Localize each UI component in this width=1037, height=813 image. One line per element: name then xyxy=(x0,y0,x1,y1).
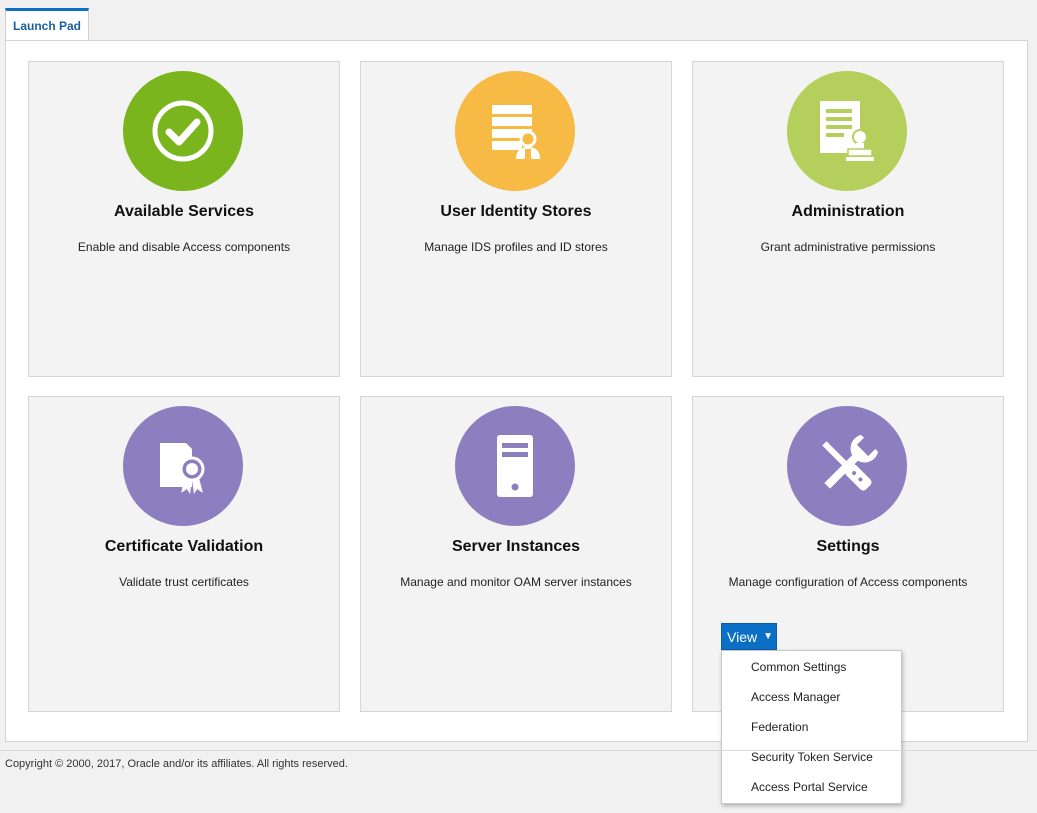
menu-item-common-settings[interactable]: Common Settings xyxy=(722,655,901,685)
caret-down-icon: ▼ xyxy=(763,631,773,642)
card-certificate-validation[interactable]: Certificate Validation Validate trust ce… xyxy=(28,396,340,712)
card-description: Enable and disable Access components xyxy=(77,240,291,254)
check-circle-icon xyxy=(123,71,243,191)
card-title[interactable]: Certificate Validation xyxy=(29,538,339,556)
tab-bar: Launch Pad xyxy=(0,0,1037,42)
card-description: Manage and monitor OAM server instances xyxy=(400,575,632,589)
view-button-label: View xyxy=(727,628,758,645)
card-available-services[interactable]: Available Services Enable and disable Ac… xyxy=(28,61,340,377)
card-user-identity-stores[interactable]: User Identity Stores Manage IDS profiles… xyxy=(360,61,672,377)
menu-item-federation[interactable]: Federation xyxy=(722,715,901,745)
card-title[interactable]: Settings xyxy=(693,538,1003,556)
card-description: Validate trust certificates xyxy=(119,575,249,589)
tab-launch-pad[interactable]: Launch Pad xyxy=(5,8,89,42)
server-icon xyxy=(455,406,575,526)
user-directory-icon xyxy=(455,71,575,191)
card-title[interactable]: Administration xyxy=(693,203,1003,221)
card-title[interactable]: Available Services xyxy=(29,203,339,221)
card-description: Grant administrative permissions xyxy=(760,240,936,254)
footer-divider xyxy=(0,750,1037,751)
menu-item-access-portal-service[interactable]: Access Portal Service xyxy=(722,775,901,805)
document-stamp-icon xyxy=(787,71,907,191)
wrench-screwdriver-icon xyxy=(787,406,907,526)
card-description: Manage IDS profiles and ID stores xyxy=(424,240,608,254)
menu-item-access-manager[interactable]: Access Manager xyxy=(722,685,901,715)
card-title[interactable]: Server Instances xyxy=(361,538,671,556)
certificate-ribbon-icon xyxy=(123,406,243,526)
card-server-instances[interactable]: Server Instances Manage and monitor OAM … xyxy=(360,396,672,712)
copyright-text: Copyright © 2000, 2017, Oracle and/or it… xyxy=(5,758,348,770)
view-dropdown-menu: Common Settings Access Manager Federatio… xyxy=(721,650,902,804)
view-menu-button[interactable]: View ▼ xyxy=(721,623,777,650)
card-title[interactable]: User Identity Stores xyxy=(361,203,671,221)
card-description: Manage configuration of Access component… xyxy=(728,575,968,589)
card-administration[interactable]: Administration Grant administrative perm… xyxy=(692,61,1004,377)
